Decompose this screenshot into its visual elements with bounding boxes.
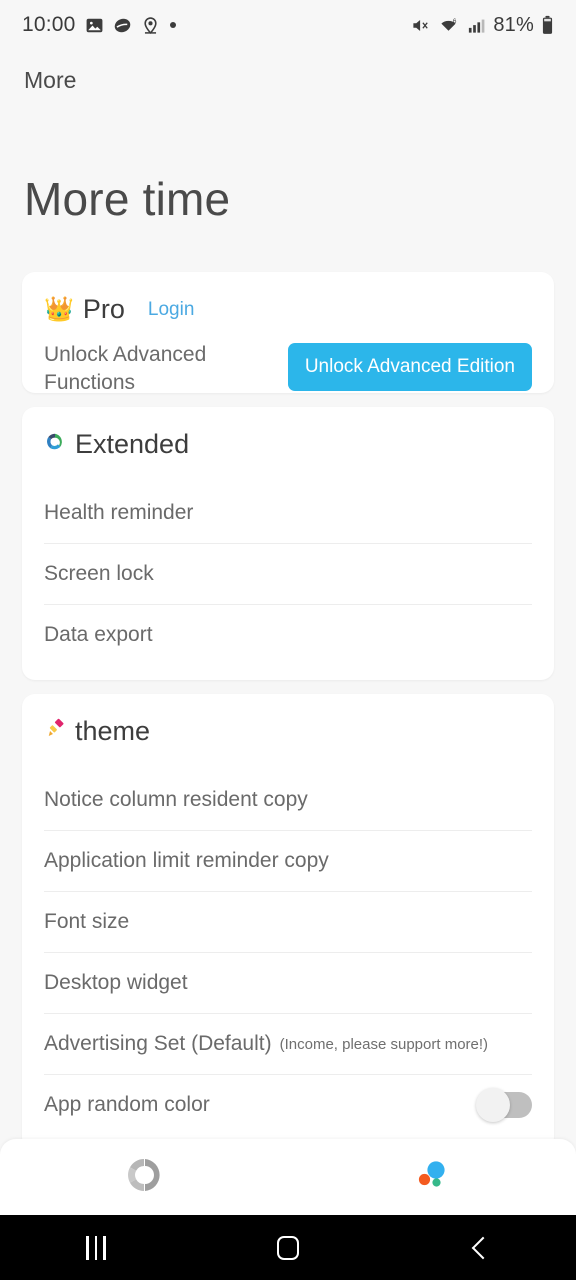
theme-card-header: theme	[22, 694, 554, 747]
toolbar-title: More	[24, 66, 77, 93]
recents-button[interactable]	[0, 1235, 192, 1260]
list-item[interactable]: Advertising Set (Default) (Income, pleas…	[44, 1013, 532, 1074]
eye-oval-icon	[113, 16, 132, 35]
paintbrush-icon	[44, 718, 66, 745]
status-bar-right: 6 81%	[410, 14, 554, 37]
pro-card-header: 👑 Pro Login	[22, 272, 554, 325]
app-random-color-toggle[interactable]	[476, 1088, 532, 1122]
svg-text:6: 6	[453, 18, 457, 25]
list-item[interactable]: Desktop widget	[44, 952, 532, 1013]
color-bubbles-icon	[412, 1155, 452, 1200]
list-item-label: App random color	[44, 1093, 210, 1116]
tab-statistics[interactable]	[0, 1139, 288, 1215]
pro-description: Unlock Advanced Functions	[44, 343, 207, 393]
list-item-sublabel: (Income, please support more!)	[279, 1035, 489, 1053]
dot-icon	[169, 21, 177, 29]
status-bar-left: 10:00	[22, 13, 177, 37]
app-toolbar: More	[0, 50, 576, 110]
login-link[interactable]: Login	[148, 299, 195, 321]
mute-icon	[410, 16, 431, 35]
pro-card: 👑 Pro Login Unlock Advanced Functions Un…	[22, 272, 554, 393]
list-item-label: Screen lock	[44, 562, 154, 585]
phone-screen: 10:00 6 81% More More time 👑 Pro Login U…	[0, 0, 576, 1280]
signal-bars-icon	[466, 16, 486, 35]
battery-percent-label: 81%	[493, 13, 534, 36]
back-icon	[471, 1236, 495, 1259]
list-item-label: Font size	[44, 910, 130, 933]
list-item[interactable]: Font size	[44, 891, 532, 952]
list-item-label: Data export	[44, 623, 153, 646]
pro-card-title: Pro	[82, 294, 125, 324]
tab-more[interactable]	[288, 1139, 576, 1215]
home-button[interactable]	[192, 1235, 384, 1260]
status-bar: 10:00 6 81%	[0, 0, 576, 50]
list-item-label: Application limit reminder copy	[44, 849, 329, 872]
recycle-arrows-icon	[44, 431, 66, 458]
page-header: More time	[0, 110, 576, 226]
image-icon	[85, 16, 104, 35]
extended-item-list: Health reminder Screen lock Data export	[22, 482, 554, 665]
location-pin-icon	[141, 16, 160, 35]
unlock-advanced-edition-button[interactable]: Unlock Advanced Edition	[287, 343, 532, 391]
list-item[interactable]: Health reminder	[44, 482, 532, 543]
list-item[interactable]: Notice column resident copy	[44, 769, 532, 830]
list-item[interactable]: Data export	[44, 604, 532, 665]
wifi-6-icon: 6	[438, 16, 459, 35]
donut-chart-icon	[124, 1155, 164, 1200]
list-item-label: Desktop widget	[44, 971, 188, 994]
page-title: More time	[24, 173, 231, 225]
toggle-knob	[476, 1088, 510, 1122]
list-item[interactable]: Screen lock	[44, 543, 532, 604]
theme-item-list: Notice column resident copy Application …	[22, 769, 554, 1135]
settings-card-list: 👑 Pro Login Unlock Advanced Functions Un…	[0, 226, 576, 1150]
recents-icon	[86, 1235, 106, 1260]
home-icon	[277, 1235, 299, 1260]
list-item-label: Advertising Set (Default)	[44, 1032, 272, 1055]
theme-card: theme Notice column resident copy Applic…	[22, 694, 554, 1150]
crown-icon: 👑	[44, 295, 74, 323]
android-navigation-bar	[0, 1215, 576, 1280]
battery-icon	[541, 15, 554, 35]
status-bar-clock: 10:00	[22, 13, 76, 36]
list-item[interactable]: Application limit reminder copy	[44, 830, 532, 891]
theme-card-title: theme	[75, 716, 151, 746]
back-button[interactable]	[384, 1236, 576, 1259]
pro-card-body: Unlock Advanced Functions Unlock Advance…	[22, 325, 554, 393]
list-item-label: Health reminder	[44, 500, 194, 524]
extended-card-title: Extended	[75, 429, 190, 459]
extended-card-header: Extended	[22, 407, 554, 460]
list-item-label: Notice column resident copy	[44, 787, 308, 811]
list-item[interactable]: App random color	[44, 1074, 532, 1135]
extended-card: Extended Health reminder Screen lock Dat…	[22, 407, 554, 680]
bottom-tab-bar	[0, 1139, 576, 1215]
